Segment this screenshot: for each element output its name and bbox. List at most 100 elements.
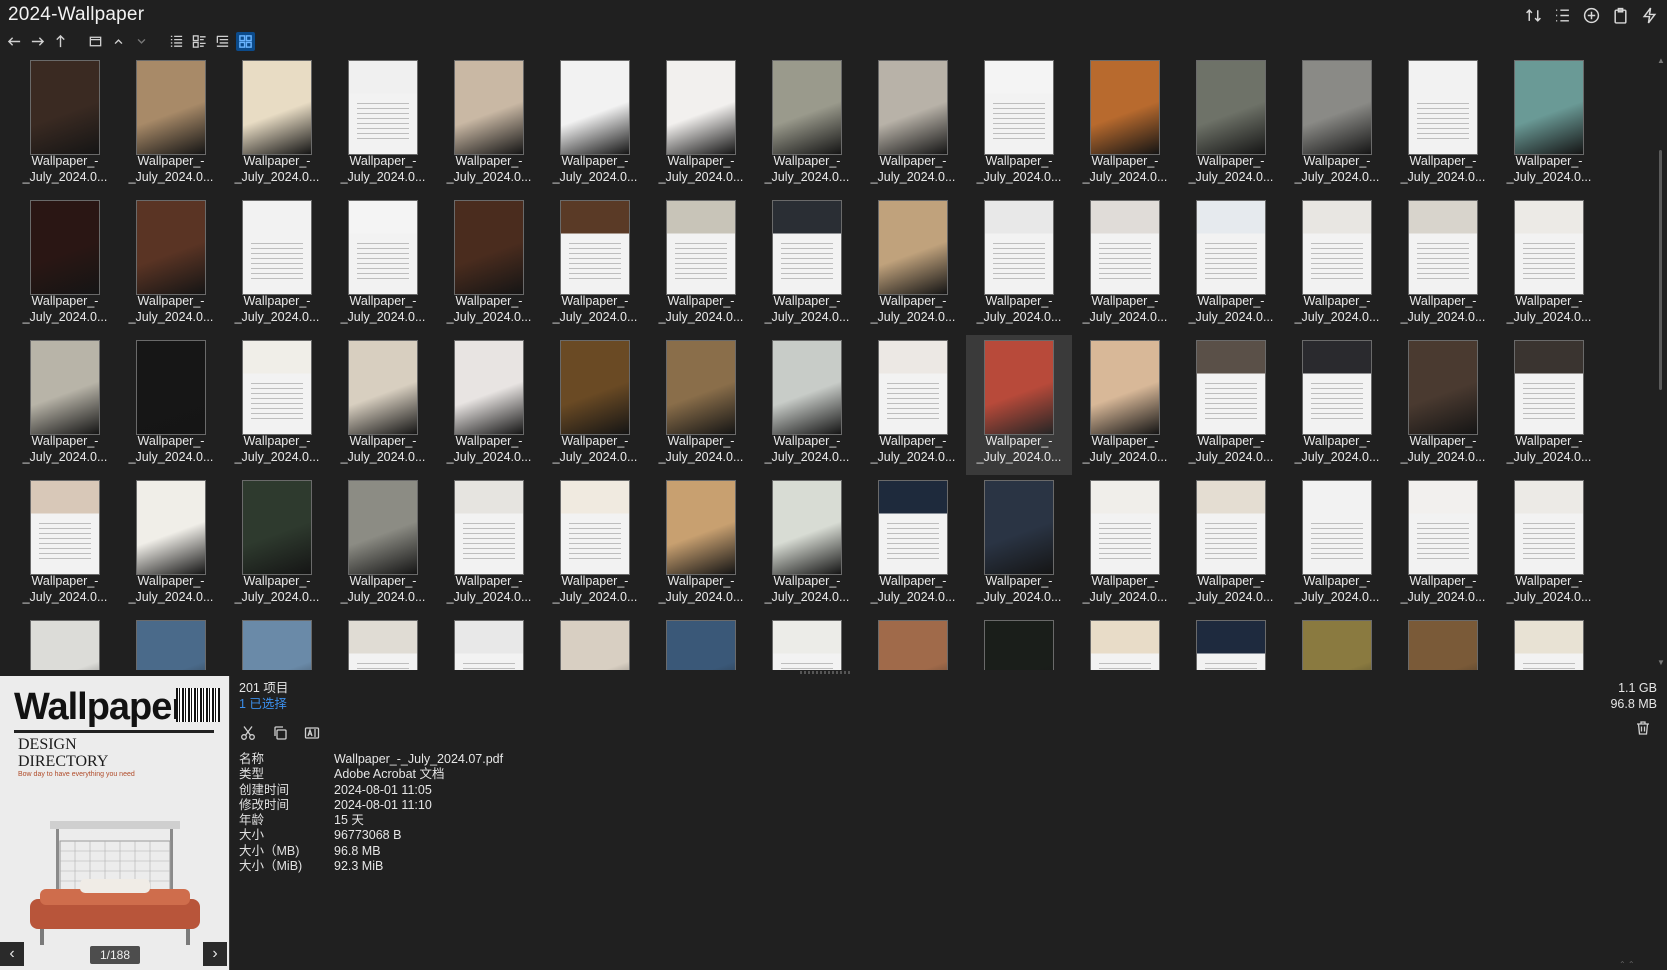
file-tile[interactable]: Wallpaper_-_July_2024.0... — [860, 55, 966, 195]
file-tile[interactable]: Wallpaper_-_July_2024.0... — [648, 195, 754, 335]
resize-corner-icon[interactable]: ⌃ ⌃ — [1619, 960, 1649, 969]
details-view-icon[interactable] — [167, 32, 186, 51]
scrollbar-thumb[interactable] — [1659, 150, 1662, 390]
file-tile[interactable]: Wallpaper_-_July_2024.0... — [1496, 195, 1602, 335]
rename-icon[interactable] — [303, 724, 321, 742]
file-tile[interactable]: Wallpaper_-_July_2024.0... — [1390, 615, 1496, 670]
file-tile[interactable]: Wallpaper_-_July_2024.0... — [542, 55, 648, 195]
scroll-up-icon[interactable]: ▲ — [1657, 57, 1665, 65]
file-tile[interactable]: Wallpaper_-_July_2024.0... — [118, 335, 224, 475]
copy-icon[interactable] — [271, 724, 289, 742]
file-tile[interactable]: Wallpaper_-_July_2024.0... — [860, 195, 966, 335]
file-tile[interactable]: Wallpaper_-_July_2024.0... — [330, 335, 436, 475]
file-tile[interactable]: Wallpaper_-_July_2024.0... — [754, 475, 860, 615]
file-tile[interactable]: Wallpaper_-_July_2024.0... — [542, 475, 648, 615]
file-tile[interactable]: Wallpaper_-_July_2024.0... — [860, 335, 966, 475]
file-tile[interactable]: Wallpaper_-_July_2024.0... — [1496, 335, 1602, 475]
file-tile[interactable]: Wallpaper_-_July_2024.0... — [860, 475, 966, 615]
clipboard-icon[interactable] — [1611, 6, 1630, 25]
file-tile[interactable]: Wallpaper_-_July_2024.0... — [224, 475, 330, 615]
file-tile[interactable]: Wallpaper_-_July_2024.0... — [330, 615, 436, 670]
scroll-down-icon[interactable]: ▼ — [1657, 659, 1665, 667]
file-tile[interactable]: Wallpaper_-_July_2024.0... — [648, 475, 754, 615]
chevron-up-icon[interactable] — [109, 32, 128, 51]
file-tile[interactable]: Wallpaper_-_July_2024.0... — [966, 615, 1072, 670]
file-tile[interactable]: Wallpaper_-_July_2024.0... — [1284, 475, 1390, 615]
list-options-icon[interactable] — [1553, 6, 1572, 25]
file-tile[interactable]: Wallpaper_-_July_2024.0... — [754, 335, 860, 475]
file-tile[interactable]: Wallpaper_-_July_2024.0... — [12, 335, 118, 475]
file-tile[interactable]: Wallpaper_-_July_2024.0... — [224, 615, 330, 670]
forward-icon[interactable] — [28, 32, 47, 51]
file-tile[interactable]: Wallpaper_-_July_2024.0... — [648, 615, 754, 670]
trash-icon[interactable] — [1635, 720, 1653, 738]
tiles-view-icon[interactable] — [190, 32, 209, 51]
file-tile[interactable]: Wallpaper_-_July_2024.0... — [1390, 195, 1496, 335]
file-tile[interactable]: Wallpaper_-_July_2024.0... — [1284, 335, 1390, 475]
file-tile[interactable]: Wallpaper_-_July_2024.0... — [542, 195, 648, 335]
preview-prev-icon[interactable]: ‹ — [0, 942, 24, 966]
file-tile[interactable]: Wallpaper_-_July_2024.0... — [1284, 195, 1390, 335]
file-tile[interactable]: Wallpaper_-_July_2024.0... — [1072, 55, 1178, 195]
file-tile[interactable]: Wallpaper_-_July_2024.0... — [542, 615, 648, 670]
tree-view-icon[interactable] — [213, 32, 232, 51]
file-tile[interactable]: Wallpaper_-_July_2024.0... — [12, 475, 118, 615]
file-tile[interactable]: Wallpaper_-_July_2024.0... — [118, 55, 224, 195]
file-tile[interactable]: Wallpaper_-_July_2024.0... — [330, 475, 436, 615]
file-tile[interactable]: Wallpaper_-_July_2024.0... — [1178, 335, 1284, 475]
file-tile[interactable]: Wallpaper_-_July_2024.0... — [436, 615, 542, 670]
selected-count[interactable]: 1 已选择 — [239, 696, 1639, 712]
chevron-down-icon[interactable] — [132, 32, 151, 51]
file-tile[interactable]: Wallpaper_-_July_2024.0... — [1390, 475, 1496, 615]
file-tile[interactable]: Wallpaper_-_July_2024.0... — [754, 195, 860, 335]
file-tile[interactable]: Wallpaper_-_July_2024.0... — [648, 55, 754, 195]
file-tile[interactable]: Wallpaper_-_July_2024.0... — [1496, 475, 1602, 615]
file-tile[interactable]: Wallpaper_-_July_2024.0... — [1496, 55, 1602, 195]
file-tile[interactable]: Wallpaper_-_July_2024.0... — [1284, 55, 1390, 195]
file-tile[interactable]: Wallpaper_-_July_2024.0... — [1496, 615, 1602, 670]
splitter-grip-icon[interactable] — [800, 671, 850, 674]
bolt-icon[interactable] — [1640, 6, 1659, 25]
file-tile[interactable]: Wallpaper_-_July_2024.0... — [966, 335, 1072, 475]
file-tile[interactable]: Wallpaper_-_July_2024.0... — [330, 55, 436, 195]
file-tile[interactable]: Wallpaper_-_July_2024.0... — [1178, 55, 1284, 195]
file-tile[interactable]: Wallpaper_-_July_2024.0... — [436, 475, 542, 615]
file-tile[interactable]: Wallpaper_-_July_2024.0... — [1284, 615, 1390, 670]
file-tile[interactable]: Wallpaper_-_July_2024.0... — [12, 195, 118, 335]
preview-next-icon[interactable]: › — [203, 942, 227, 966]
file-tile[interactable]: Wallpaper_-_July_2024.0... — [648, 335, 754, 475]
cut-icon[interactable] — [239, 724, 257, 742]
file-tile[interactable]: Wallpaper_-_July_2024.0... — [1390, 55, 1496, 195]
file-tile[interactable]: Wallpaper_-_July_2024.0... — [118, 615, 224, 670]
file-tile[interactable]: Wallpaper_-_July_2024.0... — [966, 475, 1072, 615]
file-tile[interactable]: Wallpaper_-_July_2024.0... — [436, 195, 542, 335]
window-icon[interactable] — [86, 32, 105, 51]
file-tile[interactable]: Wallpaper_-_July_2024.0... — [330, 195, 436, 335]
file-tile[interactable]: Wallpaper_-_July_2024.0... — [12, 615, 118, 670]
file-tile[interactable]: Wallpaper_-_July_2024.0... — [754, 55, 860, 195]
file-tile[interactable]: Wallpaper_-_July_2024.0... — [1072, 195, 1178, 335]
file-tile[interactable]: Wallpaper_-_July_2024.0... — [118, 475, 224, 615]
file-tile[interactable]: Wallpaper_-_July_2024.0... — [1178, 195, 1284, 335]
file-tile[interactable]: Wallpaper_-_July_2024.0... — [966, 195, 1072, 335]
file-tile[interactable]: Wallpaper_-_July_2024.0... — [542, 335, 648, 475]
file-tile[interactable]: Wallpaper_-_July_2024.0... — [1072, 615, 1178, 670]
file-tile[interactable]: Wallpaper_-_July_2024.0... — [224, 195, 330, 335]
file-tile[interactable]: Wallpaper_-_July_2024.0... — [224, 335, 330, 475]
thumbnails-view-icon[interactable] — [236, 32, 255, 51]
file-tile[interactable]: Wallpaper_-_July_2024.0... — [754, 615, 860, 670]
file-tile[interactable]: Wallpaper_-_July_2024.0... — [224, 55, 330, 195]
file-tile[interactable]: Wallpaper_-_July_2024.0... — [1178, 615, 1284, 670]
file-tile[interactable]: Wallpaper_-_July_2024.0... — [1072, 335, 1178, 475]
sort-icon[interactable] — [1524, 6, 1543, 25]
file-tile[interactable]: Wallpaper_-_July_2024.0... — [12, 55, 118, 195]
back-icon[interactable] — [5, 32, 24, 51]
file-tile[interactable]: Wallpaper_-_July_2024.0... — [1072, 475, 1178, 615]
up-icon[interactable] — [51, 32, 70, 51]
file-tile[interactable]: Wallpaper_-_July_2024.0... — [1178, 475, 1284, 615]
add-icon[interactable] — [1582, 6, 1601, 25]
file-tile[interactable]: Wallpaper_-_July_2024.0... — [1390, 335, 1496, 475]
file-tile[interactable]: Wallpaper_-_July_2024.0... — [118, 195, 224, 335]
file-tile[interactable]: Wallpaper_-_July_2024.0... — [436, 55, 542, 195]
vertical-scrollbar[interactable]: ▲ ▼ — [1655, 55, 1667, 670]
